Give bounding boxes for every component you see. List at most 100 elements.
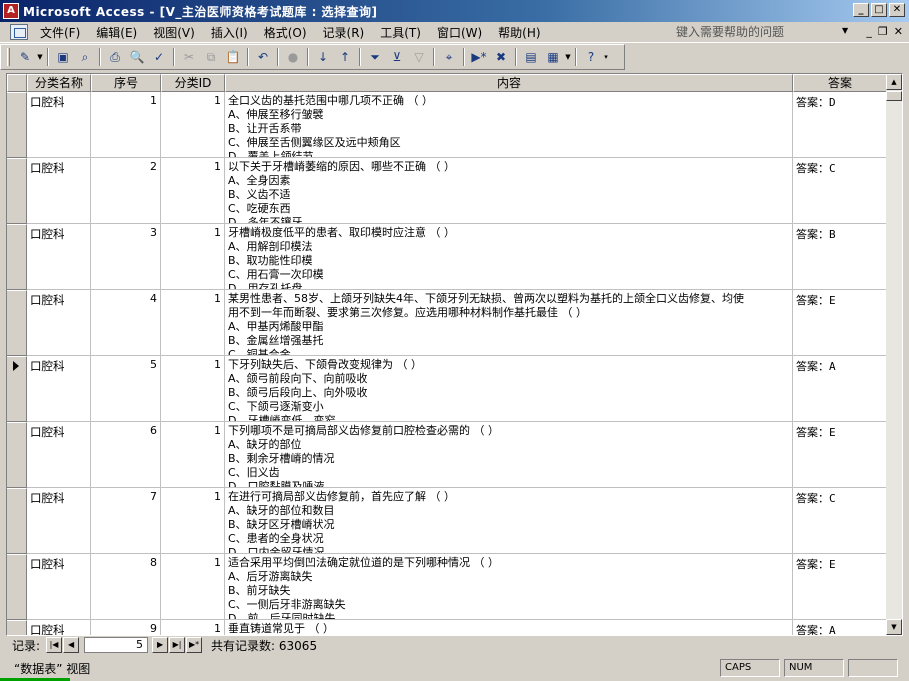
doc-minimize-icon[interactable]: _ xyxy=(866,25,872,38)
table-row[interactable]: 口腔科 1 1 全口义齿的基托范围中哪几项不正确 （ ） A、伸展至移行皱襞 B、让开舌系… xyxy=(7,92,887,158)
cell-seq[interactable]: 6 xyxy=(91,422,161,488)
column-header-seq[interactable]: 序号 xyxy=(91,74,161,92)
select-all-corner[interactable] xyxy=(7,74,27,92)
column-header-category-id[interactable]: 分类ID xyxy=(161,74,225,92)
cell-seq[interactable]: 3 xyxy=(91,224,161,290)
next-record-icon[interactable]: ▶ xyxy=(152,637,169,653)
save-icon[interactable]: ▣ xyxy=(53,47,73,67)
cell-content[interactable]: 某男性患者、58岁、上颌牙列缺失4年、下颌牙列无缺损、曾两次以塑料为基托的上颌全… xyxy=(225,290,793,356)
table-row[interactable]: 口腔科 7 1 在进行可摘局部义齿修复前，首先应了解 （ ） A、缺牙的部位和数目 B、缺… xyxy=(7,488,887,554)
scroll-up-icon[interactable]: ▲ xyxy=(886,74,902,90)
cell-answer[interactable]: 答案：A xyxy=(793,620,887,635)
record-selector[interactable] xyxy=(7,92,27,158)
paste-icon[interactable]: 📋 xyxy=(223,47,243,67)
table-row[interactable]: 口腔科 8 1 适合采用平均倒凹法确定就位道的是下列哪种情况 （ ） A、后牙游离缺失 B… xyxy=(7,554,887,620)
cell-content[interactable]: 以下关于牙槽嵴萎缩的原因、哪些不正确 （ ） A、全身因素 B、义齿不适 C、吃硬东西… xyxy=(225,158,793,224)
menu-window[interactable]: 窗口(W) xyxy=(429,24,490,41)
previous-record-icon[interactable]: ◀ xyxy=(63,637,80,653)
chevron-down-icon[interactable]: ▼ xyxy=(842,26,848,35)
cell-content[interactable]: 全口义齿的基托范围中哪几项不正确 （ ） A、伸展至移行皱襞 B、让开舌系带 C、伸展… xyxy=(225,92,793,158)
cell-category-name[interactable]: 口腔科 xyxy=(27,620,91,635)
cell-category-id[interactable]: 1 xyxy=(161,488,225,554)
sort-descending-icon[interactable]: ↑ xyxy=(335,47,355,67)
cell-category-id[interactable]: 1 xyxy=(161,620,225,635)
cell-category-name[interactable]: 口腔科 xyxy=(27,554,91,620)
menu-view[interactable]: 视图(V) xyxy=(145,24,203,41)
cell-answer[interactable]: 答案：E xyxy=(793,290,887,356)
find-icon[interactable]: ⌖ xyxy=(439,47,459,67)
vertical-scrollbar[interactable]: ▲ ▼ xyxy=(886,74,902,635)
cell-content[interactable]: 牙槽嵴极度低平的患者、取印模时应注意 （ ） A、用解剖印模法 B、取功能性印模 C、… xyxy=(225,224,793,290)
document-window-icon[interactable] xyxy=(10,24,28,40)
record-selector[interactable] xyxy=(7,290,27,356)
view-design-icon[interactable]: ✎ xyxy=(15,47,35,67)
filter-by-selection-icon[interactable]: ⏷ xyxy=(365,47,385,67)
table-row[interactable]: 口腔科 5 1 下牙列缺失后、下颌骨改变规律为 （ ） A、颌弓前段向下、向前吸收 B、颌… xyxy=(7,356,887,422)
cell-answer[interactable]: 答案：E xyxy=(793,422,887,488)
record-selector[interactable] xyxy=(7,422,27,488)
record-selector[interactable] xyxy=(7,488,27,554)
cell-content[interactable]: 适合采用平均倒凹法确定就位道的是下列哪种情况 （ ） A、后牙游离缺失 B、前牙缺失… xyxy=(225,554,793,620)
cell-category-id[interactable]: 1 xyxy=(161,422,225,488)
cell-answer[interactable]: 答案：D xyxy=(793,92,887,158)
first-record-icon[interactable]: |◀ xyxy=(46,637,63,653)
maximize-button[interactable]: □ xyxy=(871,3,887,17)
cell-seq[interactable]: 7 xyxy=(91,488,161,554)
cell-category-id[interactable]: 1 xyxy=(161,554,225,620)
print-preview-icon[interactable]: 🔍 xyxy=(127,47,147,67)
cell-category-id[interactable]: 1 xyxy=(161,158,225,224)
new-record-icon[interactable]: ▶* xyxy=(469,47,489,67)
cell-category-name[interactable]: 口腔科 xyxy=(27,158,91,224)
menu-format[interactable]: 格式(O) xyxy=(256,24,315,41)
toolbar-grip[interactable] xyxy=(7,48,10,66)
menu-records[interactable]: 记录(R) xyxy=(315,24,373,41)
cell-answer[interactable]: 答案：A xyxy=(793,356,887,422)
cell-seq[interactable]: 9 xyxy=(91,620,161,635)
cell-seq[interactable]: 8 xyxy=(91,554,161,620)
help-icon[interactable]: ? xyxy=(581,47,601,67)
cell-answer[interactable]: 答案：C xyxy=(793,158,887,224)
cell-category-id[interactable]: 1 xyxy=(161,290,225,356)
minimize-button[interactable]: _ xyxy=(853,3,869,17)
menu-tools[interactable]: 工具(T) xyxy=(372,24,429,41)
cell-seq[interactable]: 2 xyxy=(91,158,161,224)
print-icon[interactable]: ⎙ xyxy=(105,47,125,67)
last-record-icon[interactable]: ▶| xyxy=(169,637,186,653)
table-row[interactable]: 口腔科 6 1 下列哪项不是可摘局部义齿修复前口腔检查必需的 （ ） A、缺牙的部位 B、… xyxy=(7,422,887,488)
cell-content[interactable]: 在进行可摘局部义齿修复前，首先应了解 （ ） A、缺牙的部位和数目 B、缺牙区牙槽嵴… xyxy=(225,488,793,554)
doc-close-icon[interactable]: ✕ xyxy=(894,25,903,38)
copy-icon[interactable]: ⧉ xyxy=(201,47,221,67)
cell-category-name[interactable]: 口腔科 xyxy=(27,422,91,488)
record-selector[interactable] xyxy=(7,158,27,224)
chevron-down-icon[interactable]: ▼ xyxy=(36,53,44,61)
menu-edit[interactable]: 编辑(E) xyxy=(88,24,145,41)
filter-by-form-icon[interactable]: ⊻ xyxy=(387,47,407,67)
cell-content[interactable]: 下牙列缺失后、下颌骨改变规律为 （ ） A、颌弓前段向下、向前吸收 B、颌弓后段向上… xyxy=(225,356,793,422)
table-row[interactable]: 口腔科 4 1 某男性患者、58岁、上颌牙列缺失4年、下颌牙列无缺损、曾两次以塑料为基… xyxy=(7,290,887,356)
table-row[interactable]: 口腔科 3 1 牙槽嵴极度低平的患者、取印模时应注意 （ ） A、用解剖印模法 B、取功能… xyxy=(7,224,887,290)
new-object-icon[interactable]: ▦ xyxy=(543,47,563,67)
menu-insert[interactable]: 插入(I) xyxy=(203,24,256,41)
new-record-nav-icon[interactable]: ▶* xyxy=(186,637,203,653)
chevron-down-icon[interactable]: ▼ xyxy=(564,53,572,61)
cell-seq[interactable]: 4 xyxy=(91,290,161,356)
insert-hyperlink-icon[interactable]: ● xyxy=(283,47,303,67)
delete-record-icon[interactable]: ✖ xyxy=(491,47,511,67)
database-window-icon[interactable]: ▤ xyxy=(521,47,541,67)
cell-category-name[interactable]: 口腔科 xyxy=(27,488,91,554)
cell-answer[interactable]: 答案：B xyxy=(793,224,887,290)
help-question-box[interactable]: 键入需要帮助的问题 xyxy=(676,24,856,41)
cut-icon[interactable]: ✂ xyxy=(179,47,199,67)
cell-seq[interactable]: 1 xyxy=(91,92,161,158)
cell-seq[interactable]: 5 xyxy=(91,356,161,422)
scroll-thumb[interactable] xyxy=(886,91,902,101)
close-button[interactable]: ✕ xyxy=(889,3,905,17)
file-search-icon[interactable]: ⌕ xyxy=(75,47,95,67)
apply-filter-icon[interactable]: ▽ xyxy=(409,47,429,67)
cell-category-id[interactable]: 1 xyxy=(161,356,225,422)
undo-icon[interactable]: ↶ xyxy=(253,47,273,67)
record-selector[interactable] xyxy=(7,620,27,635)
cell-content[interactable]: 垂直铸道常见于 （ ）A、B、C、D、 xyxy=(225,620,793,635)
record-selector[interactable] xyxy=(7,224,27,290)
cell-category-id[interactable]: 1 xyxy=(161,92,225,158)
